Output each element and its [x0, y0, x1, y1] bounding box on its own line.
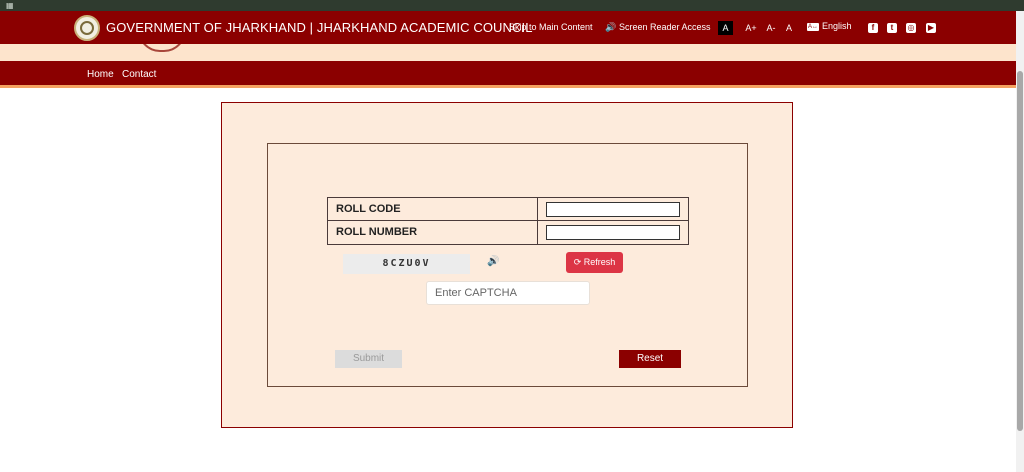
refresh-icon: ⟳: [573, 257, 582, 267]
font-size-increase-button[interactable]: A+: [744, 21, 758, 35]
instagram-icon[interactable]: ◎: [906, 23, 916, 33]
nav-home[interactable]: Home: [87, 69, 114, 80]
roll-code-row: ROLL CODE: [328, 198, 688, 221]
font-size-decrease-button[interactable]: A-: [765, 21, 777, 35]
nav-contact[interactable]: Contact: [122, 69, 156, 80]
submit-button[interactable]: Submit: [335, 350, 402, 368]
main-navbar: Home Contact: [0, 61, 1016, 88]
roll-number-row: ROLL NUMBER: [328, 221, 688, 244]
council-logo: [138, 44, 186, 52]
captcha-audio-icon[interactable]: 🔊: [487, 256, 501, 270]
screen-reader-link[interactable]: Screen Reader Access: [619, 22, 711, 32]
top-header-bar: GOVERNMENT OF JHARKHAND | JHARKHAND ACAD…: [0, 11, 1016, 44]
roll-number-input[interactable]: [546, 225, 680, 240]
result-form-panel: ROLL CODE ROLL NUMBER 8CZU0V 🔊 ⟳ Refresh…: [221, 102, 793, 428]
result-form-frame: ROLL CODE ROLL NUMBER 8CZU0V 🔊 ⟳ Refresh…: [267, 143, 748, 387]
state-emblem-logo: [74, 15, 100, 41]
youtube-icon[interactable]: ▶: [926, 23, 936, 33]
roll-code-input[interactable]: [546, 202, 680, 217]
font-size-reset-button[interactable]: A: [784, 21, 794, 35]
credentials-table: ROLL CODE ROLL NUMBER: [327, 197, 689, 245]
roll-number-label: ROLL NUMBER: [328, 221, 538, 244]
language-icon: A↔: [807, 23, 819, 31]
language-selector[interactable]: A↔ English: [807, 21, 852, 31]
speaker-icon: 🔊: [605, 22, 617, 32]
captcha-refresh-button[interactable]: ⟳ Refresh: [566, 252, 623, 273]
reset-button[interactable]: Reset: [619, 350, 681, 368]
scrollbar-thumb[interactable]: [1017, 71, 1023, 431]
captcha-input[interactable]: [426, 281, 590, 305]
language-label: English: [822, 21, 852, 31]
facebook-icon[interactable]: f: [868, 23, 878, 33]
skip-to-main-link[interactable]: Skip to Main Content: [509, 22, 593, 32]
refresh-label: Refresh: [583, 257, 616, 267]
header-banner: [0, 44, 1016, 61]
roll-code-label: ROLL CODE: [328, 198, 538, 221]
site-title: GOVERNMENT OF JHARKHAND | JHARKHAND ACAD…: [106, 20, 533, 35]
page-scrollbar[interactable]: [1016, 11, 1024, 472]
browser-strip: ▦: [0, 0, 1024, 11]
captcha-image: 8CZU0V: [343, 254, 470, 274]
twitter-icon[interactable]: t: [887, 23, 897, 33]
grid-icon: ▦: [6, 1, 14, 10]
font-size-normal-button[interactable]: A: [718, 21, 733, 35]
